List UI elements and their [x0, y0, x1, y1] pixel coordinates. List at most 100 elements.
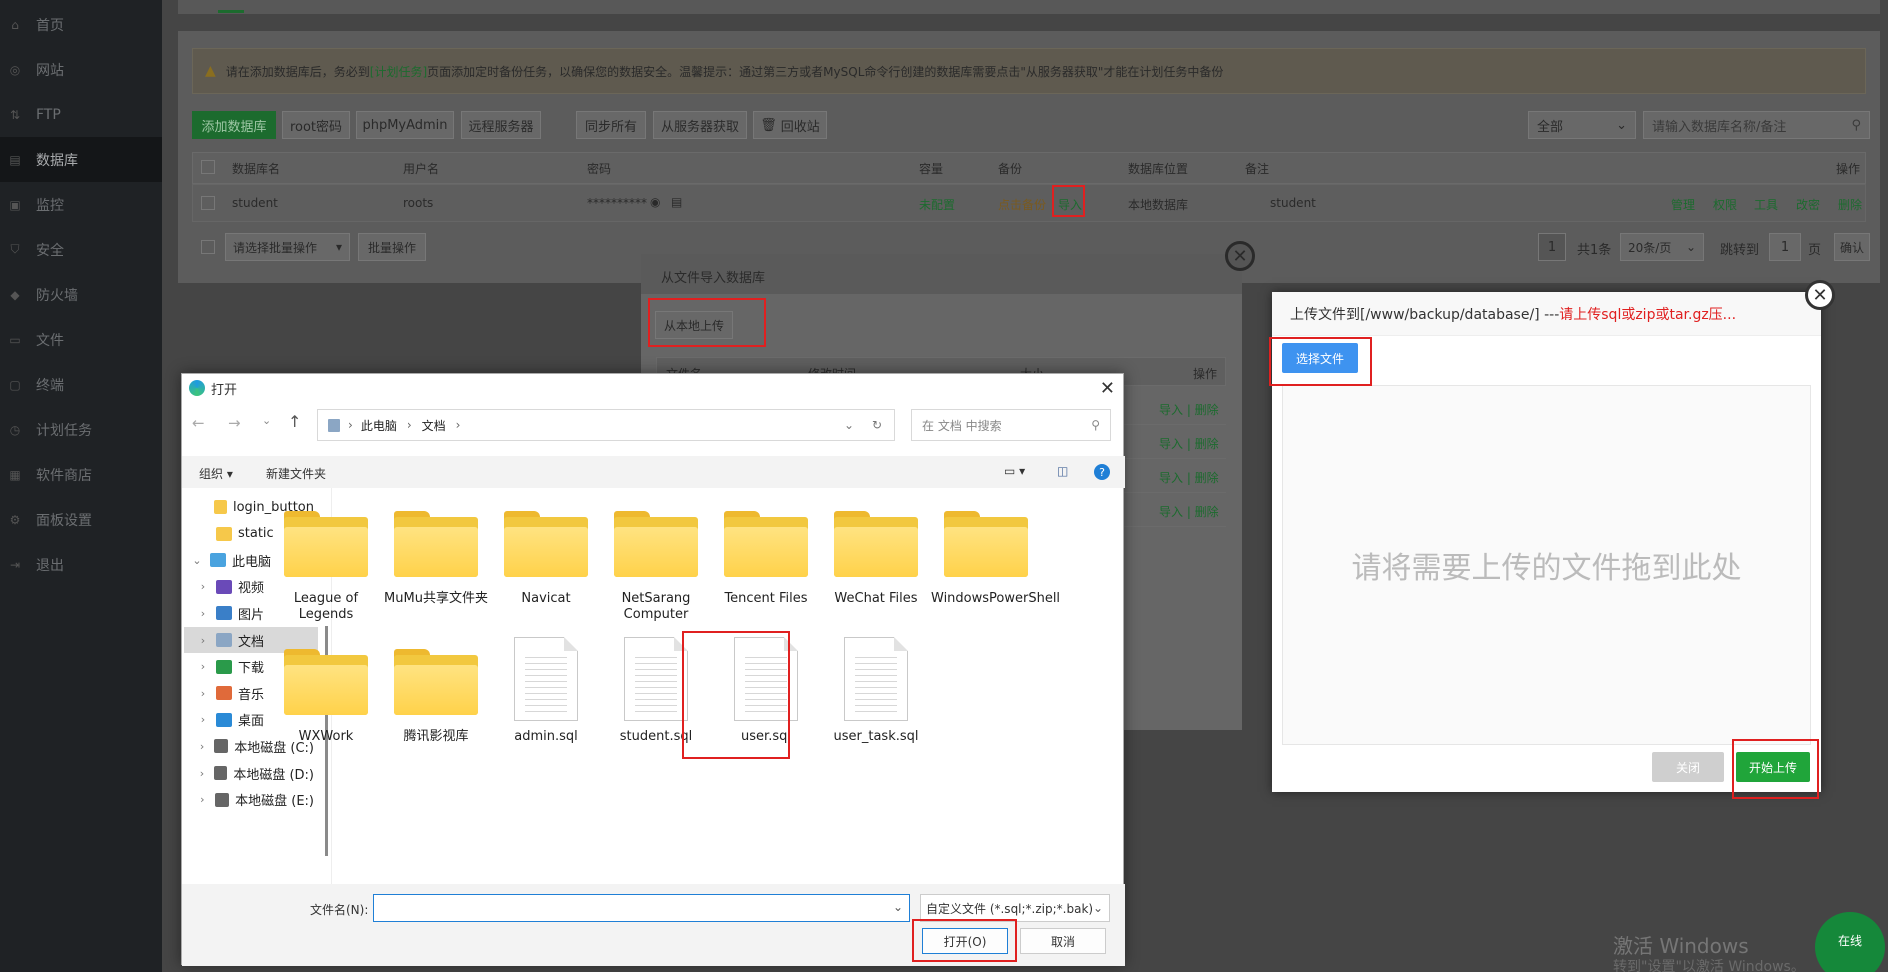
- per-page-select[interactable]: 20条/页 ⌄: [1620, 233, 1704, 261]
- root-password-button[interactable]: root密码: [282, 111, 350, 139]
- drop-zone[interactable]: 请将需要上传的文件拖到此处: [1282, 385, 1811, 745]
- chevron-down-icon[interactable]: ⌄: [844, 418, 854, 432]
- sidebar-item-12[interactable]: ⇥ 退出: [0, 542, 162, 587]
- row-capacity[interactable]: 未配置: [919, 196, 955, 213]
- filename-input[interactable]: ⌄: [373, 894, 910, 922]
- op-manage[interactable]: 管理: [1671, 196, 1695, 213]
- sidebar-item-0[interactable]: ⌂ 首页: [0, 2, 162, 47]
- filetype-select[interactable]: 自定义文件 (*.sql;*.zip;*.bak) ⌄: [920, 894, 1110, 922]
- file-item[interactable]: WXWork: [271, 637, 381, 761]
- import-row-ops[interactable]: 导入 | 删除: [1159, 503, 1219, 520]
- batch-select[interactable]: 请选择批量操作 ▾: [225, 233, 350, 261]
- chevron-down-icon[interactable]: ⌄: [893, 900, 903, 914]
- phpmyadmin-button[interactable]: phpMyAdmin: [356, 111, 454, 139]
- upload-close-icon[interactable]: ✕: [1805, 280, 1835, 310]
- view-options-icon[interactable]: ▭ ▾: [1004, 464, 1025, 478]
- sidebar-item-2[interactable]: ⇅ FTP: [0, 92, 162, 137]
- back-icon[interactable]: ←: [192, 414, 205, 432]
- fetch-from-server-button[interactable]: 从服务器获取: [653, 111, 747, 139]
- schedule-task-link[interactable]: [计划任务]: [370, 63, 427, 80]
- up-icon[interactable]: ↑: [288, 412, 301, 431]
- row-checkbox[interactable]: [201, 196, 215, 210]
- file-item[interactable]: user_task.sql: [821, 637, 931, 761]
- sidebar-item-4[interactable]: ▣ 监控: [0, 182, 162, 227]
- chevron-right-icon[interactable]: ›: [196, 713, 210, 726]
- filter-select[interactable]: 全部 ⌄: [1528, 111, 1636, 139]
- address-bar[interactable]: › 此电脑 › 文档 › ⌄ ↻: [317, 409, 895, 441]
- logout-icon: ⇥: [9, 557, 21, 572]
- sidebar-item-3[interactable]: ▤ 数据库: [0, 137, 162, 182]
- forward-icon[interactable]: →: [228, 414, 241, 432]
- file-item[interactable]: Navicat: [491, 499, 601, 623]
- cancel-button[interactable]: 取消: [1020, 928, 1106, 954]
- help-icon[interactable]: ?: [1094, 464, 1110, 480]
- new-folder-button[interactable]: 新建文件夹: [266, 465, 326, 482]
- eye-icon[interactable]: ◉: [650, 195, 660, 209]
- jump-label: 跳转到: [1720, 243, 1760, 258]
- file-item[interactable]: Tencent Files: [711, 499, 821, 623]
- page-current[interactable]: 1: [1538, 233, 1566, 261]
- import-row-ops[interactable]: 导入 | 删除: [1159, 435, 1219, 452]
- remote-server-button[interactable]: 远程服务器: [461, 111, 541, 139]
- breadcrumb-documents[interactable]: 文档: [422, 417, 446, 434]
- col-user[interactable]: 用户名: [403, 160, 439, 177]
- close-button[interactable]: 关闭: [1652, 752, 1724, 782]
- nav-tree-item[interactable]: › 本地磁盘 (D:): [196, 760, 314, 786]
- chevron-down-icon[interactable]: ⌄: [190, 554, 204, 567]
- sidebar-item-label: 监控: [36, 197, 64, 214]
- file-item[interactable]: NetSarang Computer: [601, 499, 711, 623]
- sidebar-item-10[interactable]: ▦ 软件商店: [0, 452, 162, 497]
- chevron-right-icon[interactable]: ›: [196, 687, 210, 700]
- sync-all-button[interactable]: 同步所有: [576, 111, 646, 139]
- chevron-right-icon[interactable]: ›: [196, 767, 208, 780]
- chevron-right-icon[interactable]: ›: [196, 580, 210, 593]
- row-backup[interactable]: 点击备份: [998, 196, 1046, 213]
- nav-tree-item[interactable]: › 本地磁盘 (E:): [196, 787, 314, 813]
- select-all-checkbox[interactable]: [201, 160, 215, 174]
- chevron-right-icon[interactable]: ›: [196, 740, 208, 753]
- op-change-pwd[interactable]: 改密: [1796, 196, 1820, 213]
- add-database-button[interactable]: 添加数据库: [192, 111, 276, 139]
- sidebar-item-9[interactable]: ◷ 计划任务: [0, 407, 162, 452]
- chevron-right-icon[interactable]: ›: [196, 607, 210, 620]
- import-row-ops[interactable]: 导入 | 删除: [1159, 469, 1219, 486]
- warning-icon: ▲: [205, 63, 216, 79]
- import-close-icon[interactable]: ✕: [1225, 241, 1255, 271]
- chevron-right-icon[interactable]: ›: [196, 634, 210, 647]
- chevron-right-icon[interactable]: ›: [196, 793, 209, 806]
- col-name: 数据库名: [232, 162, 281, 176]
- breadcrumb-this-pc[interactable]: 此电脑: [361, 417, 397, 434]
- file-item[interactable]: admin.sql: [491, 637, 601, 761]
- op-tools[interactable]: 工具: [1754, 196, 1778, 213]
- recycle-bin-button[interactable]: 🗑 回收站: [753, 111, 827, 139]
- op-permission[interactable]: 权限: [1713, 196, 1737, 213]
- op-delete[interactable]: 删除: [1838, 196, 1862, 213]
- jump-confirm-button[interactable]: 确认: [1834, 233, 1870, 261]
- sidebar-item-8[interactable]: ▢ 终端: [0, 362, 162, 407]
- file-item[interactable]: MuMu共享文件夹: [381, 499, 491, 623]
- sidebar-item-1[interactable]: ◎ 网站: [0, 47, 162, 92]
- recent-dropdown-icon[interactable]: ⌄: [262, 414, 271, 427]
- filename-label: 文件名(N):: [310, 903, 369, 917]
- sidebar-item-7[interactable]: ▭ 文件: [0, 317, 162, 362]
- db-search-input[interactable]: 请输入数据库名称/备注 ⚲: [1643, 111, 1870, 139]
- file-item[interactable]: 腾讯影视库: [381, 637, 491, 761]
- file-item[interactable]: WindowsPowerShell: [931, 499, 1060, 623]
- refresh-icon[interactable]: ↻: [872, 418, 882, 432]
- close-icon[interactable]: ✕: [1100, 378, 1115, 399]
- organize-button[interactable]: 组织 ▾: [199, 465, 233, 482]
- import-row-ops[interactable]: 导入 | 删除: [1159, 401, 1219, 418]
- file-item[interactable]: WeChat Files: [821, 499, 931, 623]
- sidebar-item-11[interactable]: ⚙ 面板设置: [0, 497, 162, 542]
- preview-pane-icon[interactable]: ◫: [1057, 464, 1068, 478]
- file-search-input[interactable]: 在 文档 中搜索 ⚲: [911, 409, 1111, 441]
- jump-input[interactable]: 1: [1769, 233, 1801, 261]
- copy-icon[interactable]: ▤: [671, 195, 682, 209]
- batch-checkbox[interactable]: [201, 240, 215, 254]
- tab-bar: [178, 0, 1880, 14]
- batch-button[interactable]: 批量操作: [358, 233, 426, 261]
- file-item[interactable]: League of Legends: [271, 499, 381, 623]
- chevron-right-icon[interactable]: ›: [196, 660, 210, 673]
- sidebar-item-5[interactable]: ⛉ 安全: [0, 227, 162, 272]
- sidebar-item-6[interactable]: ◆ 防火墙: [0, 272, 162, 317]
